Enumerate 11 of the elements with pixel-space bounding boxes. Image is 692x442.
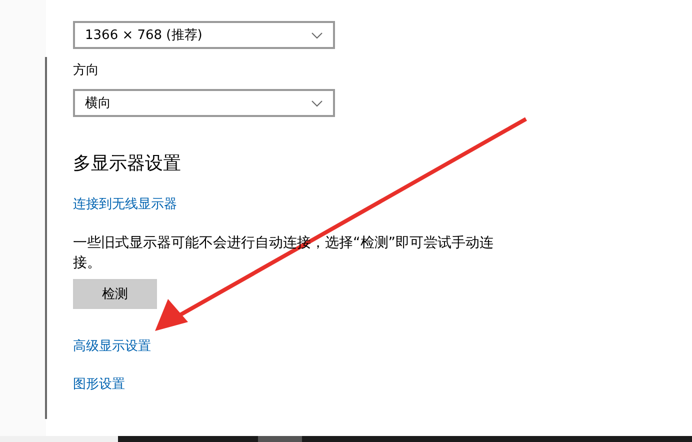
chevron-icon xyxy=(311,100,323,106)
dropdown[interactable]: 横向 xyxy=(73,89,335,117)
chevron-icon xyxy=(311,32,323,38)
settings-link[interactable]: 图形设置 xyxy=(73,375,125,393)
orientation-label: 方向 xyxy=(73,62,99,79)
wireless-display-link[interactable]: 连接到无线显示器 xyxy=(73,195,177,213)
section-title: 多显示器设置 xyxy=(73,152,181,175)
description-text: 一些旧式显示器可能不会进行自动连接，选择“检测”即可尝试手动连接。 xyxy=(73,234,495,273)
settings-link[interactable]: 高级显示设置 xyxy=(73,337,151,355)
detect-button[interactable]: 检测 xyxy=(73,279,157,309)
dropdown[interactable]: 1366 × 768 (推荐) xyxy=(73,21,335,49)
